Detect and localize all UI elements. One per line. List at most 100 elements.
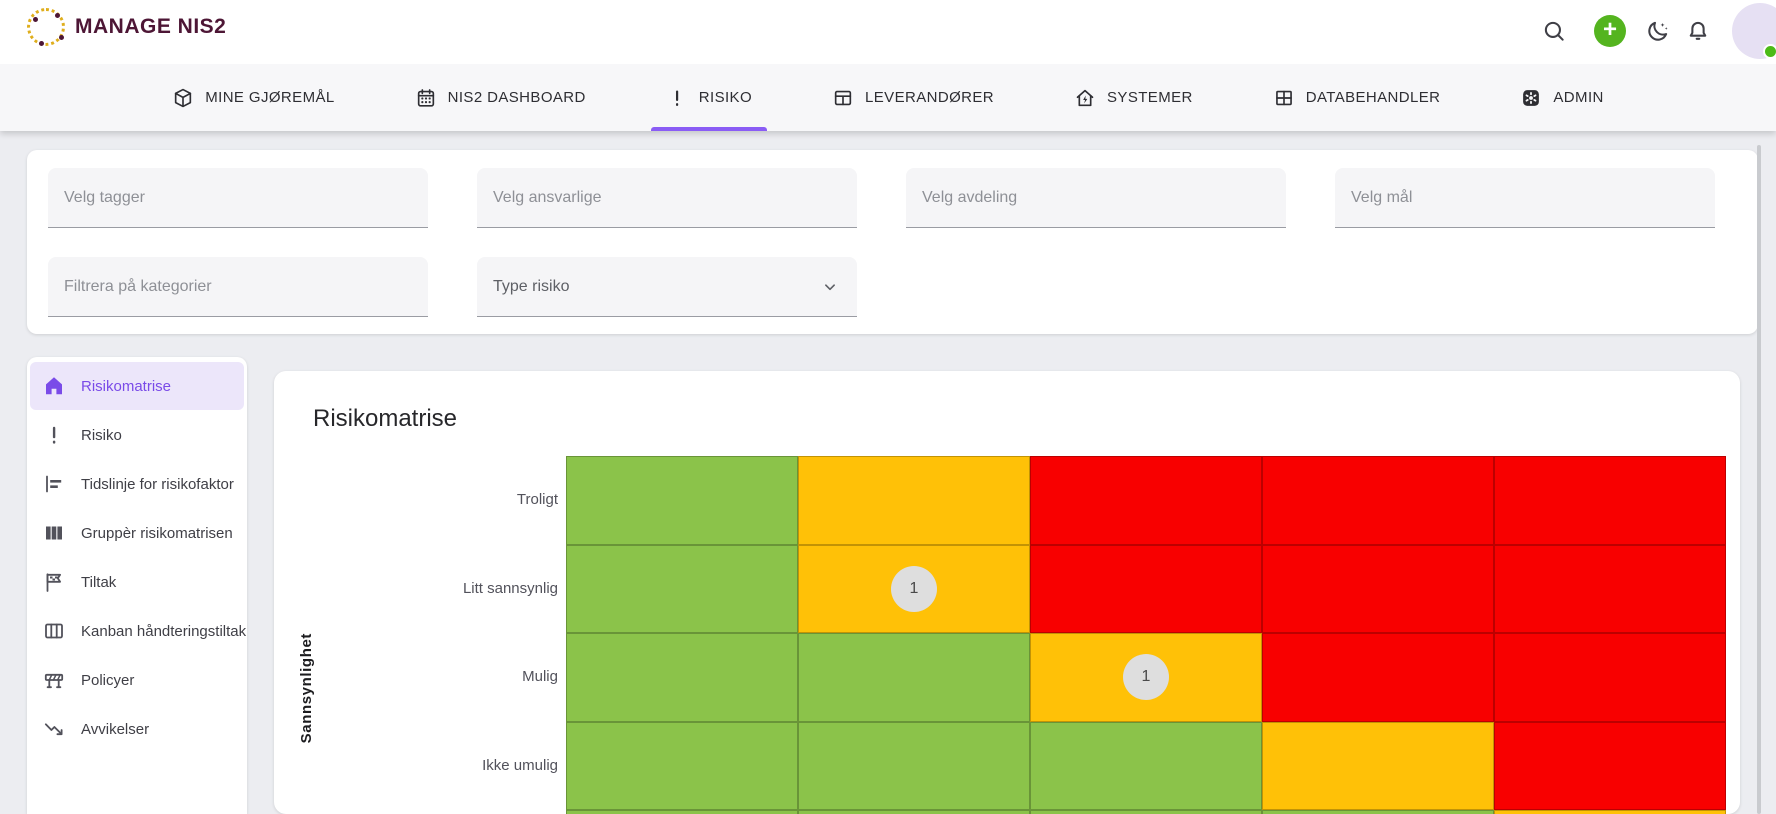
matrix-cell — [1262, 633, 1494, 722]
tab-mine-gj-rem-l[interactable]: MINE GJØREMÅL — [157, 64, 349, 131]
view-column-icon — [42, 521, 66, 545]
sidebar-item-label: Risikomatrise — [81, 378, 171, 395]
house-bolt-icon — [1074, 87, 1096, 109]
matrix-cell — [1262, 810, 1494, 814]
matrix-cell — [1494, 810, 1726, 814]
sidebar-item-label: Policyer — [81, 672, 134, 689]
main-nav: MINE GJØREMÅL NIS2 DASHBOARD RISIKO LEVERAN… — [0, 64, 1776, 131]
risk-count-badge[interactable]: 1 — [891, 566, 937, 612]
add-button[interactable]: + — [1594, 15, 1626, 47]
sidebar-item-risiko[interactable]: Risiko — [30, 411, 244, 459]
matrix-row-label: Mulig — [398, 668, 558, 686]
filter-input-velg-ansvarlige[interactable]: Velg ansvarlige — [477, 168, 857, 228]
tab-label: NIS2 DASHBOARD — [448, 89, 586, 106]
sidebar-item-label: Tidslinje for risikofaktor — [81, 476, 234, 493]
tab-risiko[interactable]: RISIKO — [651, 64, 767, 131]
tab-systemer[interactable]: SYSTEMER — [1059, 64, 1208, 131]
matrix-cell — [566, 722, 798, 811]
matrix-cell — [566, 456, 798, 545]
matrix-cell — [1494, 456, 1726, 545]
tab-nis2-dashboard[interactable]: NIS2 DASHBOARD — [400, 64, 601, 131]
filter-input-velg-avdeling[interactable]: Velg avdeling — [906, 168, 1286, 228]
filters-panel: Velg tagger Velg ansvarlige Velg avdeling V… — [27, 150, 1758, 334]
calendar-icon — [415, 87, 437, 109]
sidebar-item-policyer[interactable]: Policyer — [30, 656, 244, 704]
trending-down-icon — [42, 717, 66, 741]
risk-matrix: 11 — [566, 456, 1726, 814]
active-tab-indicator — [651, 127, 767, 131]
admin-gear-icon — [1520, 87, 1542, 109]
exclamation-icon — [666, 87, 688, 109]
sidebar-item-grupp-r-risikomatrisen[interactable]: Gruppèr risikomatrisen — [30, 509, 244, 557]
field-placeholder: Velg tagger — [64, 189, 145, 207]
matrix-cell — [1030, 722, 1262, 811]
field-placeholder: Velg ansvarlige — [493, 189, 602, 207]
tab-admin[interactable]: ADMIN — [1505, 64, 1618, 131]
tab-label: MINE GJØREMÅL — [205, 89, 334, 106]
tab-label: DATABEHANDLER — [1306, 89, 1441, 106]
search-icon[interactable] — [1541, 18, 1567, 44]
matrix-cell — [798, 633, 1030, 722]
flag-icon — [42, 570, 66, 594]
tab-label: ADMIN — [1553, 89, 1603, 106]
matrix-row-label: Troligt — [398, 491, 558, 509]
table-icon — [832, 87, 854, 109]
app-header: MANAGE NIS2 + — [0, 0, 1776, 64]
package-icon — [172, 87, 194, 109]
grid-icon — [1273, 87, 1295, 109]
matrix-cell — [798, 810, 1030, 814]
sidebar-item-label: Risiko — [81, 427, 122, 444]
matrix-cell — [1030, 456, 1262, 545]
tab-label: RISIKO — [699, 89, 752, 106]
sidebar-item-avvikelser[interactable]: Avvikelser — [30, 705, 244, 753]
tab-leverand-rer[interactable]: LEVERANDØRER — [817, 64, 1009, 131]
filter-input-velg-m-l[interactable]: Velg mål — [1335, 168, 1715, 228]
page-title: Risikomatrise — [313, 405, 457, 433]
chevron-down-icon — [819, 276, 841, 298]
matrix-cell — [1494, 722, 1726, 811]
page-scrollbar[interactable] — [1757, 145, 1761, 814]
dark-mode-icon[interactable] — [1645, 18, 1671, 44]
kanban-icon — [42, 619, 66, 643]
logo-text: MANAGE NIS2 — [75, 15, 226, 39]
matrix-cell — [566, 810, 798, 814]
sidebar-item-tidslinje-for-risikofaktor[interactable]: Tidslinje for risikofaktor — [30, 460, 244, 508]
matrix-cell — [1494, 633, 1726, 722]
sidebar-item-label: Tiltak — [81, 574, 116, 591]
matrix-cell — [1262, 545, 1494, 634]
filter-select-type-risiko[interactable]: Type risiko — [477, 257, 857, 317]
sidebar-item-risikomatrise[interactable]: Risikomatrise — [30, 362, 244, 410]
logo-dots-icon — [27, 8, 65, 46]
sidebar-item-tiltak[interactable]: Tiltak — [30, 558, 244, 606]
tab-label: LEVERANDØRER — [865, 89, 994, 106]
sidebar-item-label: Avvikelser — [81, 721, 149, 738]
y-axis-label: Sannsynlighet — [298, 633, 315, 743]
sidebar-item-label: Gruppèr risikomatrisen — [81, 525, 233, 542]
field-placeholder: Velg mål — [1351, 189, 1412, 207]
matrix-cell — [1262, 722, 1494, 811]
matrix-cell — [798, 456, 1030, 545]
matrix-cell — [566, 633, 798, 722]
matrix-cell — [566, 545, 798, 634]
matrix-row-label: Ikke umulig — [398, 757, 558, 775]
sidebar: Risikomatrise Risiko Tidslinje for risikof… — [27, 357, 247, 814]
field-placeholder: Velg avdeling — [922, 189, 1017, 207]
notifications-icon[interactable] — [1685, 18, 1711, 44]
tab-databehandler[interactable]: DATABEHANDLER — [1258, 64, 1456, 131]
sidebar-item-label: Kanban håndteringstiltak — [81, 623, 246, 640]
sidebar-item-kanban-h-ndteringstiltak[interactable]: Kanban håndteringstiltak — [30, 607, 244, 655]
field-placeholder: Type risiko — [493, 278, 569, 296]
tab-label: SYSTEMER — [1107, 89, 1193, 106]
timeline-icon — [42, 472, 66, 496]
matrix-cell — [798, 722, 1030, 811]
matrix-row-label: Litt sannsynlig — [398, 580, 558, 598]
matrix-cell — [1030, 810, 1262, 814]
app-logo[interactable]: MANAGE NIS2 — [27, 8, 226, 46]
risk-count-badge[interactable]: 1 — [1123, 654, 1169, 700]
matrix-cell — [1494, 545, 1726, 634]
matrix-cell — [1030, 545, 1262, 634]
filter-input-filtrera-p-kategorier[interactable]: Filtrera på kategorier — [48, 257, 428, 317]
barrier-icon — [42, 668, 66, 692]
filter-input-velg-tagger[interactable]: Velg tagger — [48, 168, 428, 228]
field-placeholder: Filtrera på kategorier — [64, 278, 212, 296]
